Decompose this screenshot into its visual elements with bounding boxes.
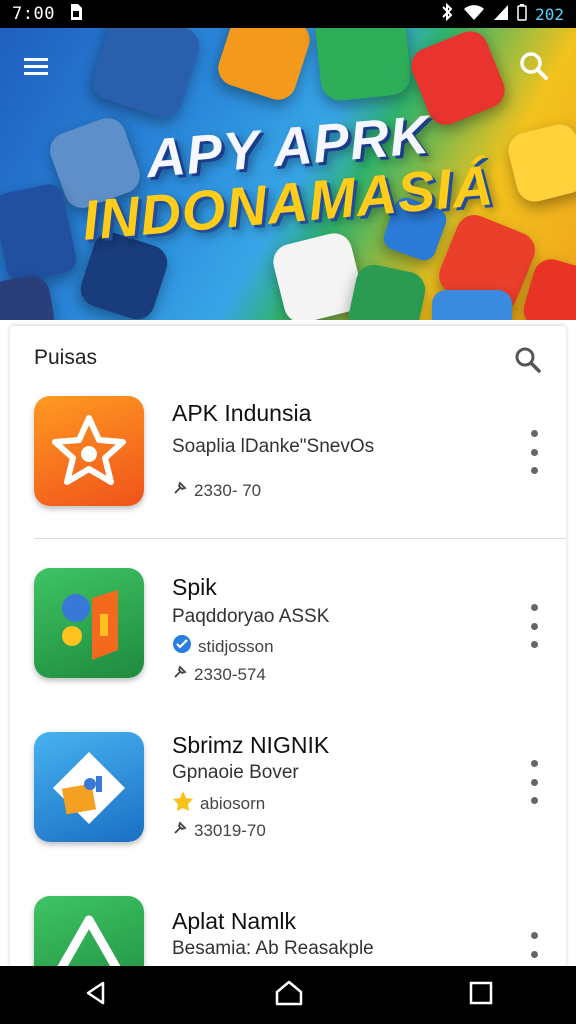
- list-item[interactable]: APK Indunsia Soaplia lDanke"SnevOs 2330-…: [10, 390, 566, 550]
- app-badge: stidjosson: [172, 634, 274, 659]
- status-time: 7:00: [12, 4, 55, 24]
- app-meta-value: 33019-70: [194, 820, 266, 840]
- verified-badge-icon: [172, 634, 192, 659]
- app-list-card: Puisas APK Indunsia Soaplia lDanke"SnevO…: [10, 326, 566, 976]
- green-triangle-app-icon: [34, 896, 144, 976]
- list-header: Puisas: [10, 326, 566, 390]
- green-orange-app-icon: [34, 568, 144, 678]
- signal-icon: [493, 3, 509, 26]
- more-options-icon[interactable]: [524, 430, 544, 474]
- wifi-icon: [463, 3, 485, 26]
- banner-tile-icon: [213, 28, 315, 105]
- app-name: Spik: [172, 574, 217, 600]
- banner-tile-icon: [0, 273, 57, 320]
- battery-level: 202: [535, 4, 564, 24]
- banner-tile-icon: [432, 290, 512, 320]
- app-subtitle: Besamia: Ab Reasakple: [172, 938, 374, 959]
- status-bar: 7:00 202: [0, 0, 576, 28]
- app-meta-value: 2330- 70: [194, 480, 262, 500]
- star-badge-icon: [172, 790, 194, 817]
- app-meta: 2330- 70: [172, 480, 261, 501]
- recents-icon[interactable]: [469, 981, 493, 1010]
- app-badge: abiosorn: [172, 790, 265, 817]
- list-item[interactable]: Spik Paqddoryao ASSK stidjosson 2330-574: [10, 564, 566, 724]
- list-item[interactable]: Sbrimz NIGNIK Gpnaoie Bover abiosorn 330…: [10, 718, 566, 878]
- pin-icon: [172, 664, 188, 685]
- hamburger-menu-icon[interactable]: [16, 46, 56, 86]
- back-icon[interactable]: [83, 980, 109, 1011]
- app-meta-value: 2330-574: [194, 664, 266, 684]
- app-name: Aplat Namlk: [172, 908, 296, 934]
- pin-icon: [172, 820, 188, 841]
- app-badge-label: abiosorn: [200, 793, 266, 813]
- banner-tile-icon: [88, 28, 204, 122]
- search-icon[interactable]: [508, 340, 548, 380]
- home-icon[interactable]: [274, 979, 304, 1012]
- orange-star-app-icon: [34, 396, 144, 506]
- list-item[interactable]: Aplat Namlk Besamia: Ab Reasakple: [10, 886, 566, 976]
- app-name: Sbrimz NIGNIK: [172, 732, 330, 758]
- app-badge-label: stidjosson: [198, 636, 274, 656]
- pin-icon: [172, 480, 188, 501]
- system-nav-bar: [0, 966, 576, 1024]
- app-subtitle: Soaplia lDanke"SnevOs: [172, 436, 375, 457]
- app-meta: 33019-70: [172, 820, 266, 841]
- more-options-icon[interactable]: [524, 760, 544, 804]
- battery-icon: [517, 3, 527, 26]
- sim-icon: [69, 3, 83, 26]
- banner-tile-icon: [345, 261, 429, 320]
- banner-search-icon[interactable]: [512, 44, 556, 88]
- hero-banner: APY APRK INDONAMASIÁ: [0, 28, 576, 320]
- app-name: APK Indunsia: [172, 400, 312, 426]
- list-title: Puisas: [34, 346, 98, 369]
- list-divider: [34, 538, 566, 539]
- banner-tile-icon: [313, 28, 413, 103]
- app-subtitle: Paqddoryao ASSK: [172, 606, 330, 627]
- app-meta: 2330-574: [172, 664, 266, 685]
- bluetooth-icon: [439, 2, 455, 26]
- blue-diamond-app-icon: [34, 732, 144, 842]
- more-options-icon[interactable]: [524, 604, 544, 648]
- app-subtitle: Gpnaoie Bover: [172, 762, 299, 783]
